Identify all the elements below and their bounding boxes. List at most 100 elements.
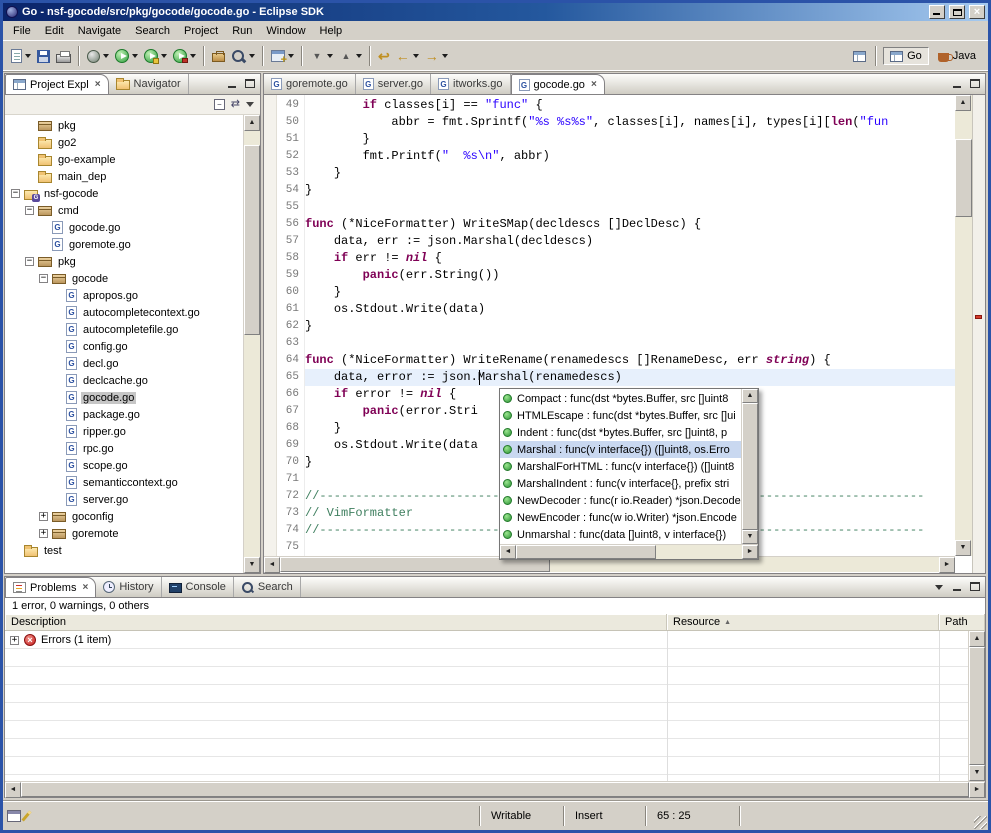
debug-button[interactable] xyxy=(84,44,112,68)
code-line-54[interactable]: } xyxy=(305,182,955,199)
tree-item-main_dep[interactable]: main_dep xyxy=(5,168,243,185)
scroll-down-icon[interactable]: ▼ xyxy=(969,765,985,781)
menu-search[interactable]: Search xyxy=(128,23,177,39)
menu-edit[interactable]: Edit xyxy=(38,23,71,39)
close-tab-icon[interactable]: × xyxy=(80,582,88,593)
run-last-tool-button[interactable] xyxy=(141,44,170,68)
print-button[interactable] xyxy=(53,44,74,68)
dropdown-arrow-icon[interactable] xyxy=(327,54,333,58)
dropdown-arrow-icon[interactable] xyxy=(288,54,294,58)
dropdown-arrow-icon[interactable] xyxy=(442,54,448,58)
code-line-64[interactable]: func (*NiceFormatter) WriteRename(rename… xyxy=(305,352,955,369)
scrollbar-thumb[interactable] xyxy=(742,403,758,530)
code-line-50[interactable]: abbr = fmt.Sprintf("%s %s%s", classes[i]… xyxy=(305,114,955,131)
menu-project[interactable]: Project xyxy=(177,23,225,39)
tree-item-pkg[interactable]: −pkg xyxy=(5,253,243,270)
dropdown-arrow-icon[interactable] xyxy=(413,54,419,58)
tree-item-cmd[interactable]: −cmd xyxy=(5,202,243,219)
tree-vertical-scrollbar[interactable]: ▲ ▼ xyxy=(243,115,260,573)
scroll-up-icon[interactable]: ▲ xyxy=(955,95,971,111)
tree-item-goremote[interactable]: +goremote xyxy=(5,525,243,542)
tree-item-decl.go[interactable]: Gdecl.go xyxy=(5,355,243,372)
completion-item[interactable]: MarshalIndent : func(v interface{}, pref… xyxy=(500,475,741,492)
code-line-58[interactable]: if err != nil { xyxy=(305,250,955,267)
tree-item-pkg[interactable]: pkg xyxy=(5,117,243,134)
minimize-button[interactable] xyxy=(929,5,945,19)
tree-item-gocode[interactable]: −gocode xyxy=(5,270,243,287)
scroll-left-icon[interactable]: ◄ xyxy=(500,545,516,559)
perspective-go-button[interactable]: Go xyxy=(883,47,929,65)
scroll-right-icon[interactable]: ► xyxy=(969,782,985,798)
code-line-56[interactable]: func (*NiceFormatter) WriteSMap(decldesc… xyxy=(305,216,955,233)
column-resource[interactable]: Resource▲ xyxy=(667,614,939,630)
scroll-up-icon[interactable]: ▲ xyxy=(742,389,758,403)
tree-item-go2[interactable]: go2 xyxy=(5,134,243,151)
scrollbar-thumb[interactable] xyxy=(955,139,972,217)
last-edit-location-button[interactable]: ↩ xyxy=(375,44,393,68)
dropdown-arrow-icon[interactable] xyxy=(161,54,167,58)
menu-navigate[interactable]: Navigate xyxy=(71,23,128,39)
expand-box-icon[interactable]: + xyxy=(39,529,48,538)
tree-item-goremote.go[interactable]: Ggoremote.go xyxy=(5,236,243,253)
scrollbar-thumb[interactable] xyxy=(969,647,985,765)
dropdown-arrow-icon[interactable] xyxy=(356,54,362,58)
scroll-down-icon[interactable]: ▼ xyxy=(244,557,260,573)
scroll-up-icon[interactable]: ▲ xyxy=(244,115,260,131)
scrollbar-thumb[interactable] xyxy=(21,782,969,797)
close-view-icon[interactable]: × xyxy=(93,79,101,90)
minimize-view-button[interactable] xyxy=(950,580,965,594)
scroll-left-icon[interactable]: ◄ xyxy=(264,557,280,573)
dropdown-arrow-icon[interactable] xyxy=(25,54,31,58)
tree-item-ripper.go[interactable]: Gripper.go xyxy=(5,423,243,440)
code-line-62[interactable]: } xyxy=(305,318,955,335)
close-tab-icon[interactable]: × xyxy=(589,79,597,90)
view-menu-icon[interactable] xyxy=(246,102,254,107)
link-with-editor-icon[interactable]: ⇄ xyxy=(231,99,240,110)
editor-tab-server.go[interactable]: Gserver.go xyxy=(356,74,431,94)
open-perspective-button[interactable] xyxy=(850,44,869,68)
tab-console[interactable]: Console xyxy=(162,577,234,597)
scroll-right-icon[interactable]: ► xyxy=(939,557,955,573)
collapse-box-icon[interactable]: − xyxy=(25,206,34,215)
code-line-60[interactable]: } xyxy=(305,284,955,301)
scroll-up-icon[interactable]: ▲ xyxy=(969,631,985,647)
maximize-button[interactable] xyxy=(949,5,965,19)
minimize-view-button[interactable] xyxy=(225,77,240,91)
collapse-box-icon[interactable]: − xyxy=(25,257,34,266)
editor-tab-itworks.go[interactable]: Gitworks.go xyxy=(431,74,511,94)
title-bar[interactable]: Go - nsf-gocode/src/pkg/gocode/gocode.go… xyxy=(3,3,988,21)
resize-grip[interactable] xyxy=(974,816,987,829)
expand-box-icon[interactable]: + xyxy=(39,512,48,521)
perspective-java-button[interactable]: Java xyxy=(931,47,983,65)
tree-item-declcache.go[interactable]: Gdeclcache.go xyxy=(5,372,243,389)
tab-navigator[interactable]: Navigator xyxy=(109,74,189,94)
close-button[interactable]: × xyxy=(969,5,985,19)
tree-item-semanticcontext.go[interactable]: Gsemanticcontext.go xyxy=(5,474,243,491)
column-description[interactable]: Description xyxy=(5,614,667,630)
scroll-left-icon[interactable]: ◄ xyxy=(5,782,21,798)
scroll-down-icon[interactable]: ▼ xyxy=(742,530,758,544)
code-line-51[interactable]: } xyxy=(305,131,955,148)
tree-item-gocode.go[interactable]: Ggocode.go xyxy=(5,219,243,236)
code-line-52[interactable]: fmt.Printf(" %s\n", abbr) xyxy=(305,148,955,165)
annotation-ruler[interactable] xyxy=(264,95,277,573)
overview-ruler[interactable] xyxy=(972,95,985,573)
search-button[interactable] xyxy=(228,44,258,68)
tree-item-apropos.go[interactable]: Gapropos.go xyxy=(5,287,243,304)
completion-item[interactable]: Marshal : func(v interface{}) ([]uint8, … xyxy=(500,441,741,458)
code-line-63[interactable] xyxy=(305,335,955,352)
code-line-57[interactable]: data, err := json.Marshal(decldescs) xyxy=(305,233,955,250)
tab-project-explorer[interactable]: Project Expl × xyxy=(5,74,109,94)
back-button[interactable]: ← xyxy=(393,44,422,68)
code-line-59[interactable]: panic(err.String()) xyxy=(305,267,955,284)
editor-vertical-scrollbar[interactable]: ▲ ▼ xyxy=(955,95,972,556)
code-line-61[interactable]: os.Stdout.Write(data) xyxy=(305,301,955,318)
new-wizard-button[interactable] xyxy=(8,44,34,68)
tab-search[interactable]: Search xyxy=(234,577,301,597)
dropdown-arrow-icon[interactable] xyxy=(190,54,196,58)
completion-item[interactable]: Compact : func(dst *bytes.Buffer, src []… xyxy=(500,390,741,407)
tree-item-goconfig[interactable]: +goconfig xyxy=(5,508,243,525)
menu-run[interactable]: Run xyxy=(225,23,259,39)
tree-item-server.go[interactable]: Gserver.go xyxy=(5,491,243,508)
tree-item-package.go[interactable]: Gpackage.go xyxy=(5,406,243,423)
